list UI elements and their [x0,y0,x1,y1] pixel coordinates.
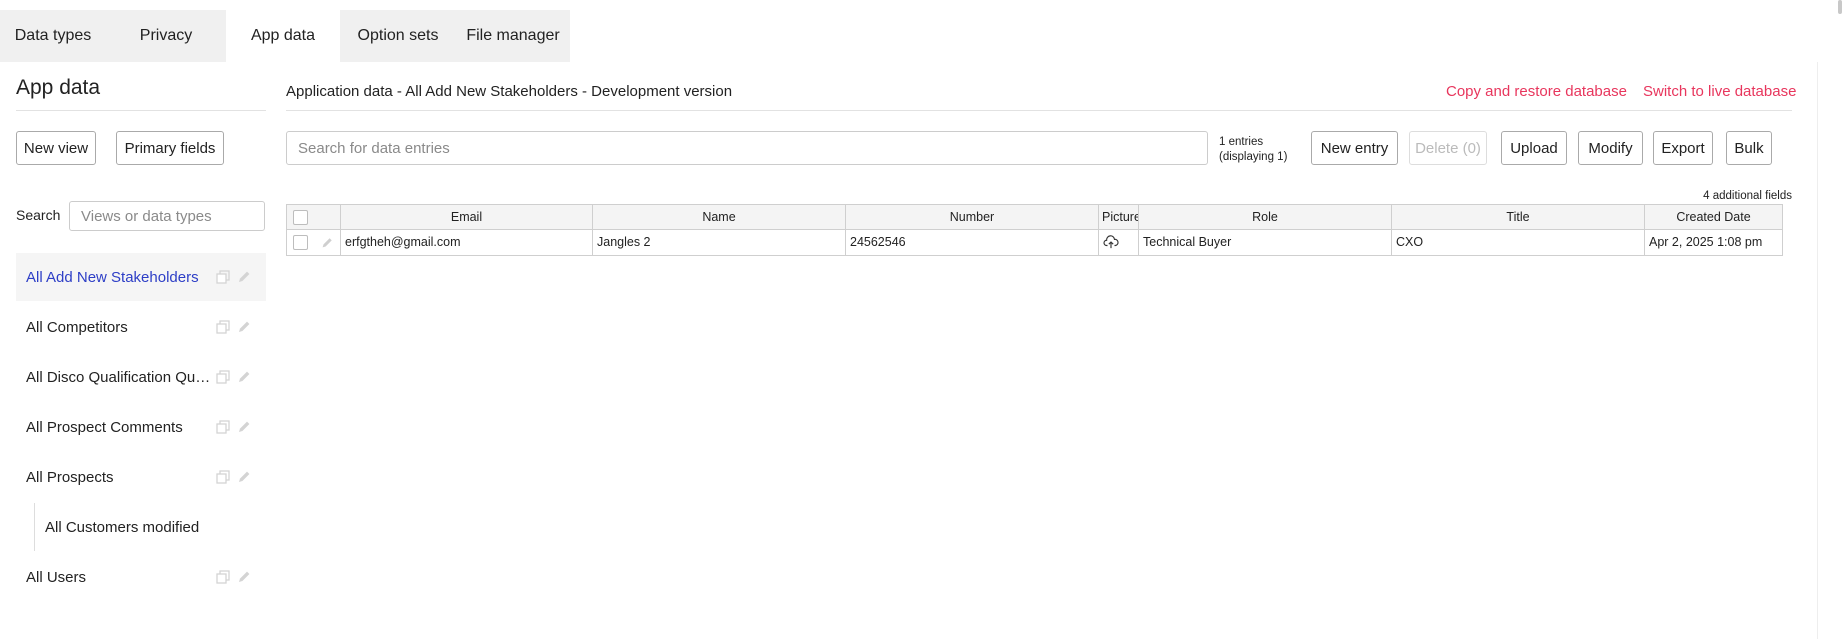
sidebar-item-label: All Competitors [26,318,128,336]
new-view-button[interactable]: New view [16,131,96,165]
sidebar-item-label: All Add New Stakeholders [26,268,199,286]
sidebar-item-label: All Prospect Comments [26,418,183,436]
cell-picture[interactable] [1099,230,1138,255]
pencil-icon[interactable] [236,419,252,435]
sidebar-item-prospect-comments[interactable]: All Prospect Comments [16,403,266,451]
column-header-number[interactable]: Number [846,205,1098,229]
column-header-created-date[interactable]: Created Date [1645,205,1782,229]
cell-role[interactable]: Technical Buyer [1139,230,1391,255]
column-header-role[interactable]: Role [1139,205,1391,229]
copy-restore-database-link[interactable]: Copy and restore database [1446,83,1627,100]
data-entries-search-input[interactable] [286,131,1208,165]
page-scrollbar[interactable] [1838,0,1842,14]
sidebar-search-input[interactable] [69,201,265,231]
select-all-checkbox[interactable] [293,210,308,225]
tab-app-data[interactable]: App data [226,10,340,62]
copy-icon[interactable] [215,269,231,285]
modify-button[interactable]: Modify [1578,131,1643,165]
sidebar-divider [16,110,266,111]
primary-fields-button[interactable]: Primary fields [116,131,224,165]
page-title: Application data - All Add New Stakehold… [286,83,733,100]
pencil-icon[interactable] [236,319,252,335]
sidebar-item-competitors[interactable]: All Competitors [16,303,266,351]
column-header-email[interactable]: Email [341,205,592,229]
sidebar-title: App data [16,76,101,99]
sidebar-item-prospects[interactable]: All Prospects [16,453,266,501]
pencil-icon[interactable] [236,369,252,385]
sidebar-item-label: All Prospects [26,468,114,486]
copy-icon[interactable] [215,569,231,585]
tab-privacy[interactable]: Privacy [106,10,226,62]
column-header-picture[interactable]: Picture [1099,205,1138,229]
sidebar-item-add-new-stakeholders[interactable]: All Add New Stakeholders [16,253,266,301]
column-header-title[interactable]: Title [1392,205,1644,229]
tab-data-types[interactable]: Data types [0,10,106,62]
entries-count: 1 entries (displaying 1) [1219,135,1299,165]
new-entry-button[interactable]: New entry [1311,131,1398,165]
cell-created-date[interactable]: Apr 2, 2025 1:08 pm [1645,230,1782,255]
column-header-name[interactable]: Name [593,205,845,229]
export-button[interactable]: Export [1653,131,1713,165]
sidebar-search-label: Search [16,207,61,223]
sidebar-item-label: All Disco Qualification Questions [26,368,216,386]
header-divider [286,110,1792,111]
pencil-icon[interactable] [236,469,252,485]
switch-live-database-link[interactable]: Switch to live database [1643,83,1796,100]
tab-option-sets[interactable]: Option sets [340,10,456,62]
sidebar-item-disco-qualification-questions[interactable]: All Disco Qualification Questions [16,353,266,401]
entries-count-total: 1 entries [1219,136,1264,148]
tab-file-manager[interactable]: File manager [456,10,570,62]
row-checkbox[interactable] [293,235,308,250]
cell-title[interactable]: CXO [1392,230,1644,255]
tab-bar: Data types Privacy App data Option sets … [0,10,570,62]
entries-count-displaying: (displaying 1) [1219,151,1288,163]
upload-button[interactable]: Upload [1501,131,1567,165]
copy-icon[interactable] [215,319,231,335]
data-table: Email Name Number Picture Role Title Cre… [286,204,1783,256]
sidebar-item-label: All Users [26,568,87,586]
pencil-icon[interactable] [236,569,252,585]
copy-icon[interactable] [215,369,231,385]
sidebar-item-label: All Customers modified [45,518,200,536]
cell-number[interactable]: 24562546 [846,230,1098,255]
cell-email[interactable]: erfgtheh@gmail.com [341,230,592,255]
cell-name[interactable]: Jangles 2 [593,230,845,255]
bulk-button[interactable]: Bulk [1726,131,1772,165]
pencil-icon[interactable] [320,236,334,250]
additional-fields-link[interactable]: 4 additional fields [1660,190,1792,202]
pencil-icon[interactable] [236,269,252,285]
copy-icon[interactable] [215,419,231,435]
sidebar-item-users[interactable]: All Users [16,553,266,601]
upload-cloud-icon[interactable] [1103,235,1119,249]
sidebar-subitem-customers-modified[interactable]: All Customers modified [34,503,266,551]
delete-button[interactable]: Delete (0) [1409,131,1487,165]
copy-icon[interactable] [215,469,231,485]
